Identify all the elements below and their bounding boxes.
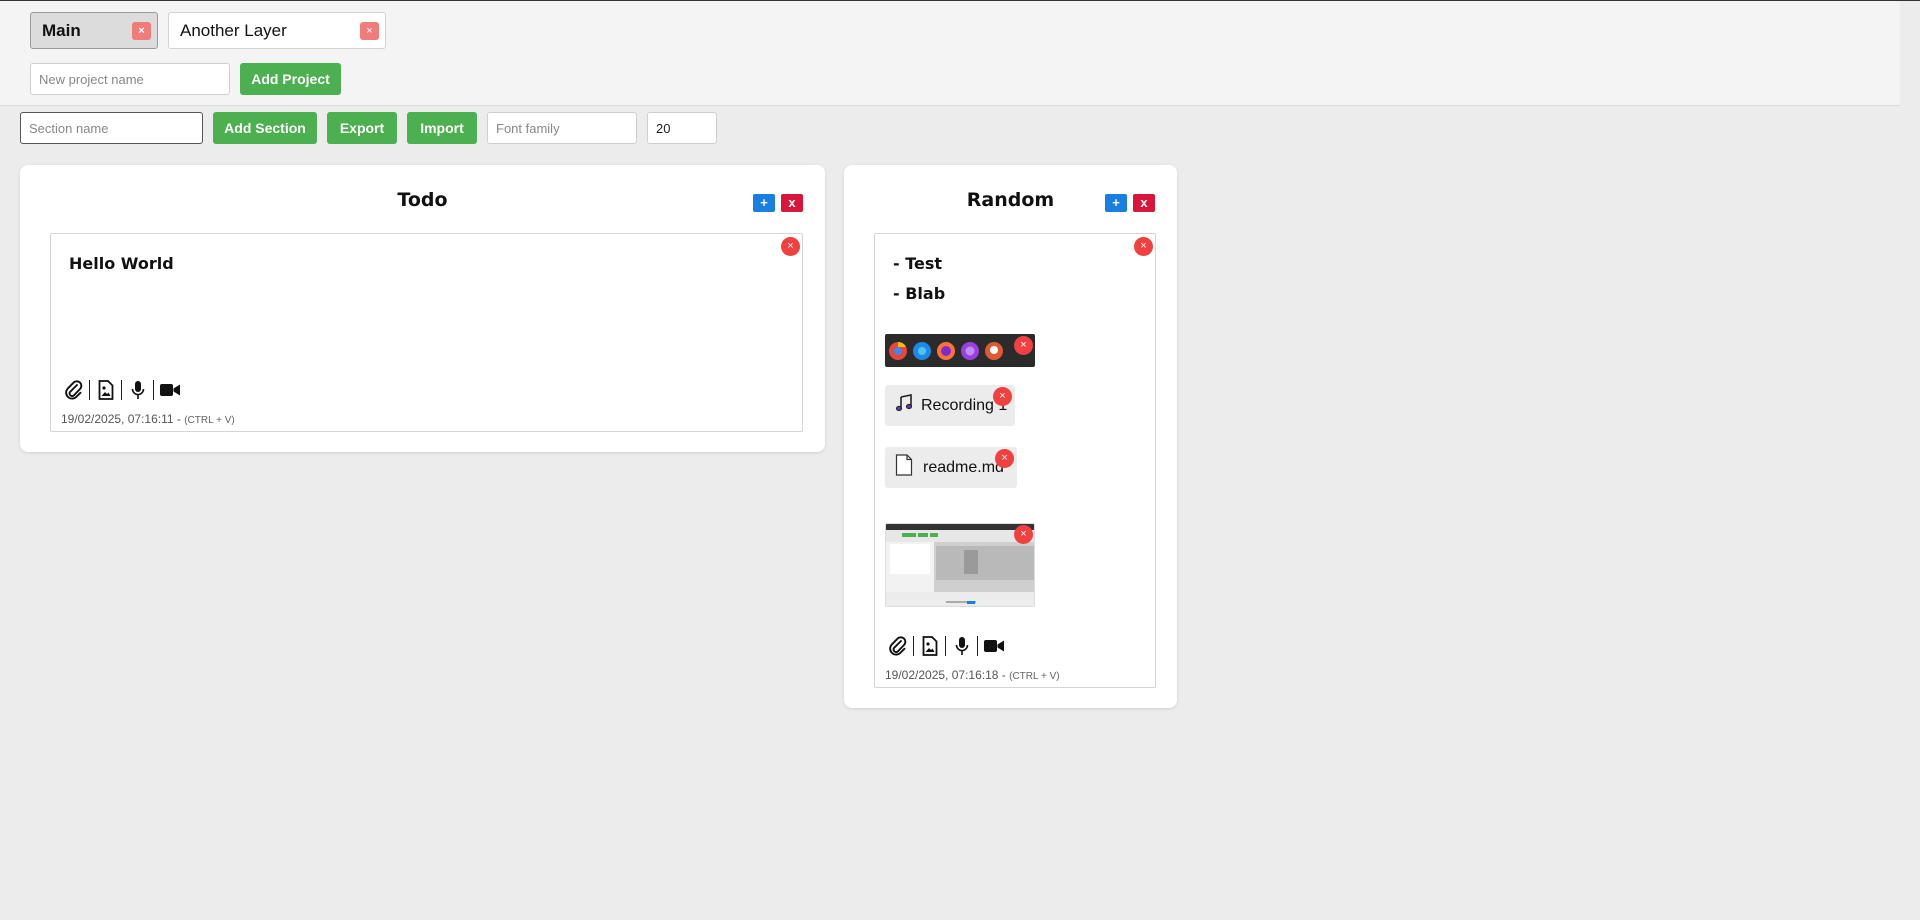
section-name-input[interactable]	[20, 112, 203, 144]
document-icon	[895, 454, 913, 481]
toolbar-divider	[89, 380, 90, 400]
section-title: Random	[966, 189, 1055, 211]
file-attachment-label: readme.md	[923, 458, 1004, 476]
note-timestamp: 19/02/2025, 07:16:11 - (CTRL + V)	[61, 412, 235, 426]
note-heading: Hello World	[69, 254, 174, 273]
music-note-icon	[895, 394, 913, 417]
image-attachment-screenshot[interactable]	[885, 523, 1035, 607]
delete-section-button[interactable]: x	[781, 194, 803, 212]
delete-attachment-button[interactable]: ×	[995, 449, 1014, 468]
project-bar: Main × Another Layer × Add Project	[0, 1, 1900, 106]
new-project-input[interactable]	[30, 63, 230, 95]
import-button[interactable]: Import	[407, 112, 477, 144]
project-tab-another-layer[interactable]: Another Layer ×	[168, 12, 386, 49]
toolbar-divider	[153, 380, 154, 400]
timestamp-text: 19/02/2025, 07:16:18 -	[885, 668, 1010, 682]
microphone-icon[interactable]	[125, 379, 150, 401]
image-attachment-browser-icons[interactable]	[885, 334, 1035, 367]
project-tab-label: Another Layer	[180, 20, 287, 40]
close-tab-button[interactable]: ×	[360, 22, 379, 40]
delete-attachment-button[interactable]: ×	[1014, 525, 1033, 544]
project-tab-main[interactable]: Main ×	[30, 12, 158, 49]
delete-attachment-button[interactable]: ×	[1014, 336, 1033, 355]
section-card-todo: Todo + x × Hello World 19/02/2025, 07:16…	[20, 165, 825, 452]
toolbar-divider	[945, 636, 946, 656]
note-card[interactable]: × - Test - Blab × Recording 1 × readme.m…	[874, 233, 1156, 688]
add-project-button[interactable]: Add Project	[240, 63, 341, 95]
video-camera-icon[interactable]	[981, 635, 1006, 657]
add-note-button[interactable]: +	[753, 194, 775, 212]
delete-note-button[interactable]: ×	[781, 237, 800, 256]
toolbar-divider	[913, 636, 914, 656]
timestamp-text: 19/02/2025, 07:16:11 -	[61, 412, 185, 426]
close-tab-button[interactable]: ×	[132, 22, 151, 40]
add-note-button[interactable]: +	[1105, 194, 1127, 212]
toolbar-divider	[121, 380, 122, 400]
image-file-icon[interactable]	[93, 379, 118, 401]
note-toolbar	[885, 635, 1006, 657]
note-line: - Test	[893, 254, 943, 273]
paperclip-icon[interactable]	[61, 379, 86, 401]
microphone-icon[interactable]	[949, 635, 974, 657]
paste-shortcut-hint: (CTRL + V)	[184, 415, 235, 426]
video-camera-icon[interactable]	[157, 379, 182, 401]
font-size-input[interactable]	[647, 112, 717, 144]
section-card-random: Random + x × - Test - Blab × Recording 1…	[844, 165, 1177, 708]
export-button[interactable]: Export	[327, 112, 397, 144]
note-toolbar	[61, 379, 182, 401]
toolbar-divider	[977, 636, 978, 656]
note-timestamp: 19/02/2025, 07:16:18 - (CTRL + V)	[885, 668, 1060, 682]
delete-section-button[interactable]: x	[1133, 194, 1155, 212]
add-section-button[interactable]: Add Section	[213, 112, 317, 144]
section-title: Todo	[397, 189, 448, 211]
note-card[interactable]: × Hello World 19/02/2025, 07:16:11 - (CT…	[50, 233, 803, 432]
paperclip-icon[interactable]	[885, 635, 910, 657]
delete-attachment-button[interactable]: ×	[993, 387, 1012, 406]
image-file-icon[interactable]	[917, 635, 942, 657]
font-family-input[interactable]	[487, 112, 637, 144]
paste-shortcut-hint: (CTRL + V)	[1009, 671, 1060, 682]
delete-note-button[interactable]: ×	[1134, 237, 1153, 256]
project-tab-label: Main	[42, 20, 81, 40]
note-line: - Blab	[893, 284, 946, 303]
